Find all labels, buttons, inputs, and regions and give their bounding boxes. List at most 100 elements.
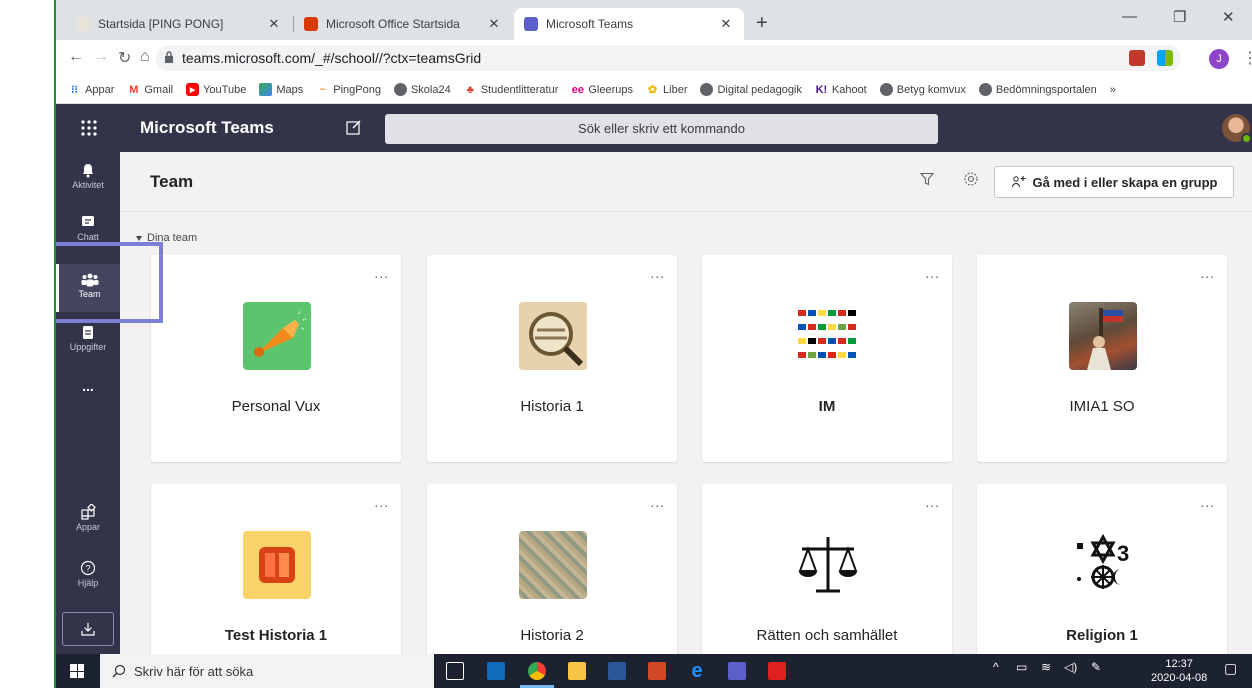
bookmark-gmail[interactable]: M Gmail (127, 83, 173, 96)
gear-icon[interactable] (963, 171, 979, 187)
app-launcher-icon[interactable] (80, 119, 98, 137)
liber-icon: ✿ (647, 84, 658, 96)
bookmark-kahoot[interactable]: K! Kahoot (815, 83, 867, 96)
tray-chevron-icon[interactable]: ^ (993, 660, 999, 674)
rail-item-teams[interactable]: Team (56, 264, 120, 312)
svg-text:3: 3 (1117, 541, 1129, 566)
tab-pingpong[interactable]: Startsida [PING PONG] ✕ (66, 8, 292, 40)
rail-more-button[interactable]: ... (56, 378, 120, 402)
bookmarks-bar: ⁝⁝ Appar M Gmail ▶ YouTube Maps ~ PingPong S… (56, 76, 1252, 104)
acrobat-icon[interactable] (768, 662, 786, 680)
wifi-icon[interactable]: ≋ (1041, 660, 1051, 674)
tab-office[interactable]: Microsoft Office Startsida ✕ (294, 8, 512, 40)
join-or-create-team-button[interactable]: Gå med i eller skapa en grupp (994, 166, 1234, 198)
file-explorer-icon[interactable] (568, 662, 586, 680)
rail-item-chat[interactable]: Chatt (56, 214, 120, 262)
team-card[interactable]: ... Historia 1 (427, 255, 677, 462)
outlook-icon[interactable] (487, 662, 505, 680)
team-card[interactable]: ... Rätten och samhället (702, 484, 952, 654)
more-options-icon[interactable]: ... (650, 265, 665, 281)
close-tab-icon[interactable]: ✕ (486, 16, 502, 32)
more-options-icon[interactable]: ... (925, 265, 940, 281)
rail-item-assignments[interactable]: Uppgifter (56, 324, 120, 372)
tab-strip: Startsida [PING PONG] ✕ Microsoft Office… (56, 0, 1252, 40)
rail-item-activity[interactable]: Aktivitet (56, 162, 120, 210)
address-bar[interactable]: teams.microsoft.com/_#/school//?ctx=team… (156, 45, 1181, 71)
internet-explorer-icon[interactable]: e (688, 661, 706, 681)
bookmark-skola24[interactable]: Skola24 (393, 83, 451, 96)
search-input[interactable]: Sök eller skriv ett kommando (385, 114, 938, 144)
task-view-icon[interactable] (446, 662, 464, 680)
youtube-icon: ▶ (186, 83, 200, 96)
lock-icon (165, 51, 173, 63)
more-options-icon[interactable]: ... (1200, 265, 1215, 281)
restore-icon[interactable]: ❐ (1173, 8, 1186, 26)
forward-icon[interactable]: → (93, 48, 109, 66)
reload-icon[interactable]: ↻ (118, 48, 131, 68)
bookmark-maps[interactable]: Maps (259, 83, 303, 96)
search-icon (112, 664, 126, 678)
taskbar-search-input[interactable]: Skriv här för att söka (100, 654, 434, 688)
bookmark-pingpong[interactable]: ~ PingPong (316, 83, 381, 96)
add-team-icon (1011, 176, 1026, 188)
windows-extension-icon[interactable] (1157, 50, 1173, 66)
home-icon[interactable]: ⌂ (140, 48, 150, 66)
bookmark-bedomningsportalen[interactable]: Bedömningsportalen (978, 83, 1097, 96)
app-rail: Aktivitet Chatt Team Uppgifter ... Appar… (56, 152, 120, 654)
chrome-icon[interactable] (528, 662, 546, 680)
battery-icon[interactable]: ▭ (1016, 660, 1027, 674)
bookmark-digital-pedagogik[interactable]: Digital pedagogik (700, 83, 802, 96)
download-app-button[interactable] (62, 612, 114, 646)
more-options-icon[interactable]: ... (650, 494, 665, 510)
volume-icon[interactable]: ◁) (1064, 660, 1077, 674)
team-card[interactable]: ... Test Historia 1 (151, 484, 401, 654)
windows-taskbar: Skriv här för att söka e ^ ▭ ≋ ◁) ✎ 12:3… (56, 654, 1252, 688)
notifications-icon[interactable]: ▢ (1224, 660, 1237, 677)
assignments-icon (83, 326, 93, 339)
presence-status-icon (1241, 133, 1252, 144)
download-icon (81, 623, 95, 636)
more-bookmarks-button[interactable]: » (1110, 84, 1116, 96)
teams-taskbar-icon[interactable] (728, 662, 746, 680)
bookmark-appar[interactable]: ⁝⁝ Appar (68, 83, 114, 97)
windows-start-icon[interactable] (70, 664, 84, 678)
more-options-icon[interactable]: ... (1200, 494, 1215, 510)
close-tab-icon[interactable]: ✕ (266, 16, 282, 32)
new-tab-button[interactable]: + (756, 12, 768, 35)
team-card[interactable]: ... IM (702, 255, 952, 462)
team-card[interactable]: ... 3 Religion 1 (977, 484, 1227, 654)
compose-icon[interactable] (346, 119, 362, 135)
team-name: IMIA1 SO (1069, 398, 1135, 415)
section-toggle-your-teams[interactable]: Dina team (136, 232, 197, 244)
team-card[interactable]: ... IMIA1 SO (977, 255, 1227, 462)
profile-avatar[interactable]: J (1209, 49, 1229, 69)
back-icon[interactable]: ← (68, 48, 84, 66)
bookmark-youtube[interactable]: ▶ YouTube (186, 83, 246, 96)
team-card[interactable]: ... Personal Vux (151, 255, 401, 462)
more-options-icon[interactable]: ... (925, 494, 940, 510)
gleerups-icon: ee (571, 83, 584, 96)
rail-item-apps[interactable]: Appar (56, 504, 120, 544)
tab-teams[interactable]: Microsoft Teams ✕ (514, 8, 744, 40)
rail-item-help[interactable]: ? Hjälp (56, 560, 120, 600)
megaphone-image (243, 302, 311, 370)
pdf-extension-icon[interactable] (1129, 50, 1145, 66)
close-tab-icon[interactable]: ✕ (718, 16, 734, 32)
bookmark-betyg-komvux[interactable]: Betyg komvux (879, 83, 966, 96)
close-window-icon[interactable]: ✕ (1222, 8, 1235, 26)
bookmark-studentlitteratur[interactable]: ♣ Studentlitteratur (464, 83, 559, 96)
word-icon[interactable] (608, 662, 626, 680)
bookmark-gleerups[interactable]: ee Gleerups (571, 83, 633, 96)
page-title: Team (150, 172, 194, 191)
system-clock[interactable]: 12:37 2020-04-08 (1151, 657, 1207, 685)
powerpoint-icon[interactable] (648, 662, 666, 680)
minimize-icon[interactable]: — (1122, 8, 1137, 25)
filter-icon[interactable] (920, 172, 934, 186)
team-card[interactable]: ... Historia 2 (427, 484, 677, 654)
bookmark-liber[interactable]: ✿ Liber (646, 83, 688, 97)
browser-menu-icon[interactable]: ⋮ (1242, 48, 1252, 68)
more-options-icon[interactable]: ... (374, 494, 389, 510)
pen-icon[interactable]: ✎ (1091, 660, 1101, 674)
more-options-icon[interactable]: ... (374, 265, 389, 281)
user-avatar[interactable] (1222, 114, 1252, 144)
